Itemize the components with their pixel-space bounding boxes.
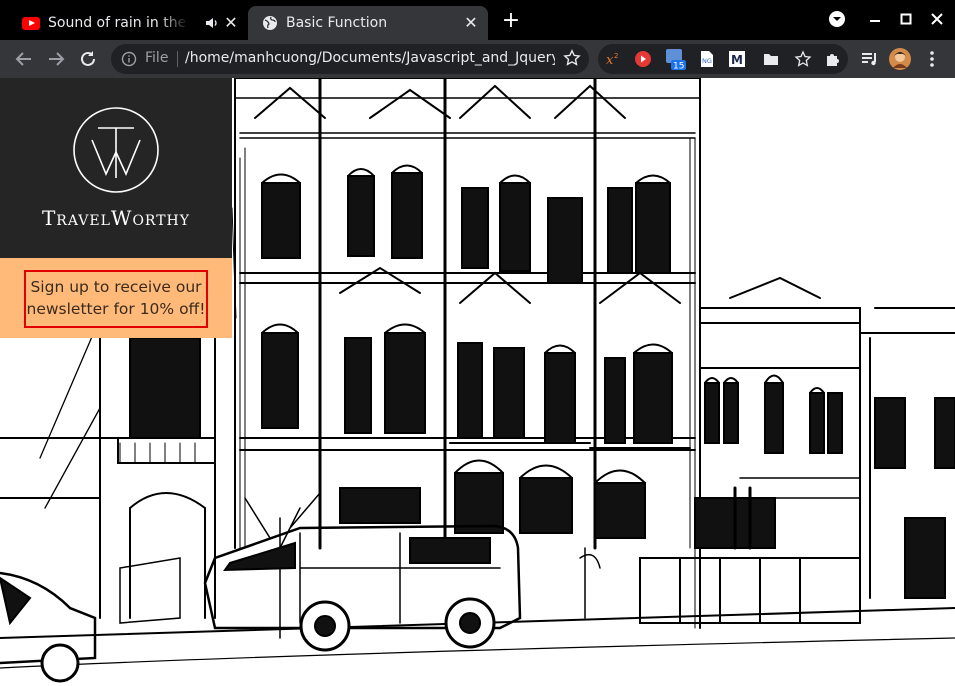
youtube-icon bbox=[22, 16, 40, 30]
badge-count: 15 bbox=[673, 62, 684, 72]
brand-name: TravelWorthy bbox=[41, 206, 191, 230]
menu-kebab-icon[interactable] bbox=[920, 47, 944, 71]
reload-icon[interactable] bbox=[76, 47, 100, 71]
scheme-label: File bbox=[145, 50, 169, 66]
divider bbox=[177, 51, 178, 67]
bookmark-star-icon[interactable] bbox=[563, 49, 581, 67]
svg-text:NG: NG bbox=[702, 57, 712, 65]
back-icon[interactable] bbox=[12, 47, 36, 71]
url-text[interactable]: /home/manhcuong/Documents/Javascript_and… bbox=[185, 50, 555, 66]
travelworthy-logo[interactable] bbox=[0, 78, 232, 198]
svg-text:M: M bbox=[731, 53, 743, 67]
page-viewport: TravelWorthy Sign up to receive our news… bbox=[0, 78, 955, 686]
calendar-extension-icon[interactable]: 15 bbox=[664, 47, 686, 71]
info-icon[interactable] bbox=[121, 51, 137, 67]
x-squared-extension-icon[interactable]: x 2 bbox=[604, 50, 622, 68]
speaker-icon[interactable] bbox=[204, 15, 220, 31]
forward-icon[interactable] bbox=[44, 47, 68, 71]
tab-strip: Sound of rain in the dee ✕ Basic Functio… bbox=[0, 0, 955, 40]
browser-toolbar: File /home/manhcuong/Documents/Javascrip… bbox=[0, 40, 955, 78]
newsletter-signup-link[interactable]: Sign up to receive our newsletter for 10… bbox=[24, 270, 208, 328]
profile-avatar[interactable] bbox=[888, 47, 912, 71]
tab-search-icon[interactable] bbox=[826, 8, 848, 30]
new-tab-button[interactable]: + bbox=[500, 10, 522, 32]
tab-title: Basic Function bbox=[286, 15, 388, 31]
minimize-icon[interactable] bbox=[864, 8, 886, 30]
document-extension-icon[interactable]: NG bbox=[698, 50, 716, 68]
extensions-area: x 2 15 NG M bbox=[598, 44, 848, 74]
newsletter-promo: Sign up to receive our newsletter for 10… bbox=[0, 258, 232, 338]
m-extension-icon[interactable]: M bbox=[728, 50, 746, 68]
tab-basic-function[interactable]: Basic Function ✕ bbox=[248, 6, 488, 40]
svg-text:x: x bbox=[606, 53, 614, 68]
globe-icon bbox=[263, 16, 277, 30]
tab-youtube-rain[interactable]: Sound of rain in the dee ✕ bbox=[8, 6, 248, 40]
youtube-extension-icon[interactable] bbox=[634, 50, 652, 68]
close-tab-icon[interactable]: ✕ bbox=[462, 14, 480, 32]
puzzle-extensions-icon[interactable] bbox=[824, 50, 842, 68]
tab-title: Sound of rain in the dee bbox=[48, 15, 188, 31]
address-bar[interactable]: File /home/manhcuong/Documents/Javascrip… bbox=[111, 44, 589, 74]
media-control-icon[interactable] bbox=[858, 47, 882, 71]
brand-panel: TravelWorthy bbox=[0, 78, 232, 258]
maximize-icon[interactable] bbox=[895, 8, 917, 30]
svg-text:2: 2 bbox=[614, 52, 618, 60]
close-window-icon[interactable] bbox=[926, 8, 948, 30]
close-tab-icon[interactable]: ✕ bbox=[222, 14, 240, 32]
star-extension-icon[interactable] bbox=[794, 50, 812, 68]
folder-icon[interactable] bbox=[762, 50, 780, 68]
